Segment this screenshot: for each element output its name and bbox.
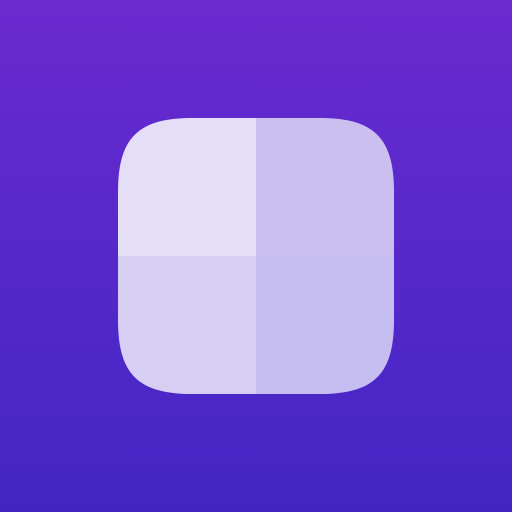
tile-bottom-left — [118, 256, 256, 394]
app-icon — [0, 0, 512, 512]
tile-top-right — [256, 118, 394, 256]
tile-bottom-right — [256, 256, 394, 394]
tile-top-left — [118, 118, 256, 256]
grid-squircle-icon — [118, 118, 394, 394]
